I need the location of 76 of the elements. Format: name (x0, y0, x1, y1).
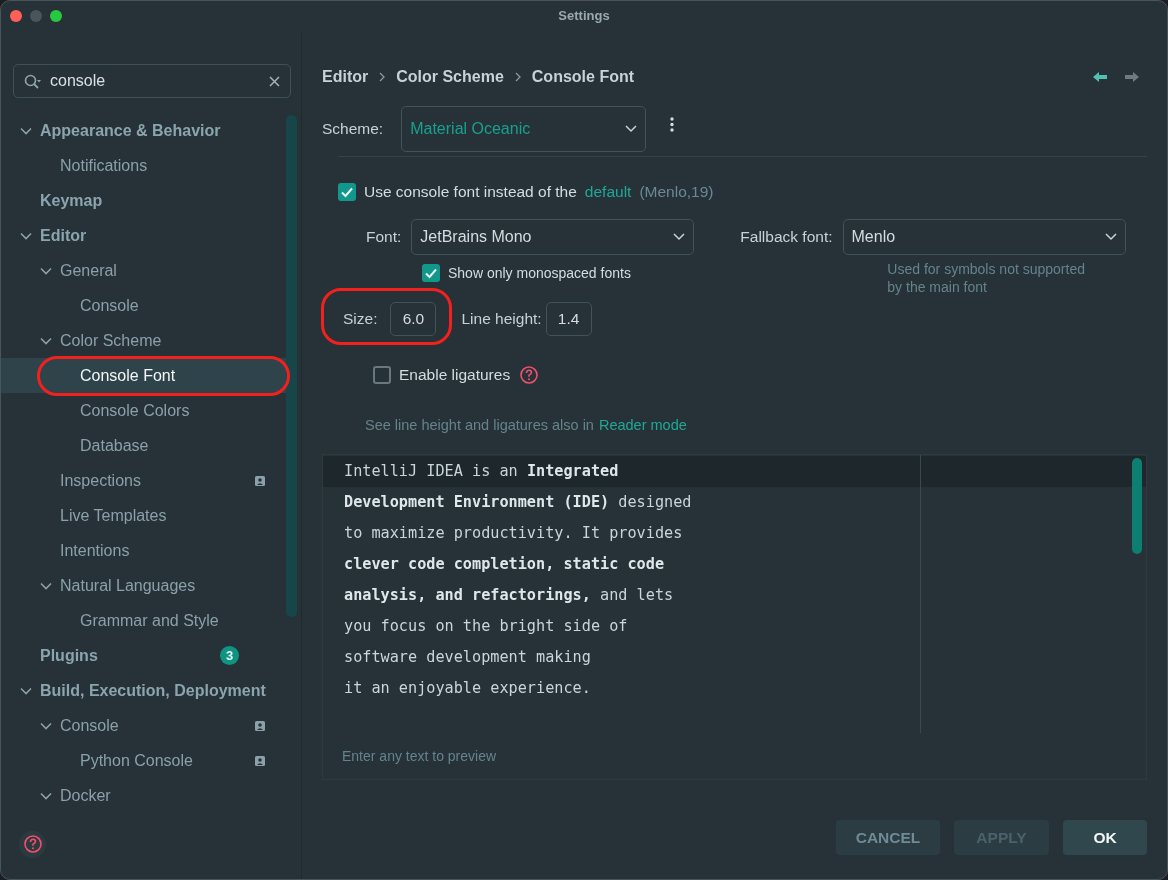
clear-icon (269, 75, 280, 87)
code-line: you focus on the bright side of (343, 615, 629, 637)
caret-icon (673, 233, 686, 241)
checkbox[interactable] (338, 183, 356, 201)
tree-item[interactable]: Inspections (1, 463, 286, 498)
back-arrow-icon[interactable] (1093, 71, 1107, 83)
tree-item[interactable]: Live Templates (1, 498, 286, 533)
field-label: Line height: (461, 309, 542, 330)
line-height-field[interactable]: 1.4 (545, 302, 592, 336)
tree-item[interactable]: Plugins 3 (1, 638, 286, 673)
tree-item[interactable]: Database (1, 428, 286, 463)
field-label: Font: (366, 227, 402, 248)
font-note: (Menlo,19) (639, 182, 714, 203)
placeholder-text: Enter any text to preview (342, 746, 497, 766)
checkbox-label: Enable ligatures (399, 365, 511, 386)
tree-item[interactable]: Grammar and Style (1, 603, 286, 638)
checkbox-label: Show only monospaced fonts (448, 263, 631, 283)
tree-item[interactable]: General (1, 253, 286, 288)
help-button[interactable] (19, 830, 46, 858)
tree-item[interactable]: Appearance & Behavior (1, 113, 286, 148)
scheme-dropdown[interactable]: Material Oceanic (401, 106, 647, 152)
tree-item[interactable]: Color Scheme (1, 323, 286, 358)
chevron-icon (378, 72, 387, 82)
hint-text: by the main font (887, 278, 988, 296)
chevron-icon (513, 72, 522, 82)
forward-arrow-icon[interactable] (1125, 71, 1139, 83)
code-line: it an enjoyable experience. (343, 677, 592, 699)
tree-item[interactable]: Python Console (1, 743, 286, 778)
tree-item[interactable]: Notifications (1, 148, 286, 183)
tree-item[interactable]: Console (1, 288, 286, 323)
breadcrumb-item[interactable]: Color Scheme (396, 65, 504, 89)
caret-icon (1104, 233, 1117, 241)
search-field[interactable]: console (50, 69, 261, 93)
preview-editor[interactable] (322, 453, 1147, 780)
more-icon[interactable] (670, 116, 675, 132)
breadcrumb-item[interactable]: Editor (322, 65, 369, 89)
font-dropdown[interactable]: JetBrains Mono (411, 219, 695, 255)
hint-text: Used for symbols not supported (887, 260, 1086, 278)
dialog-button[interactable]: OK (1063, 820, 1147, 855)
count-badge: 3 (220, 646, 239, 665)
tree-item[interactable]: Console (1, 708, 286, 743)
checkbox-label: Use console font instead of the (364, 182, 577, 203)
caret-icon (625, 125, 638, 133)
hint-text: See line height and ligatures also in (365, 416, 594, 435)
search-icon (24, 73, 42, 89)
tree-item[interactable]: Intentions (1, 533, 286, 568)
code-line: analysis, and refactorings, and lets (343, 584, 675, 606)
help-icon (23, 835, 42, 853)
tree-item[interactable]: Keymap (1, 183, 286, 218)
checkbox[interactable] (422, 264, 440, 282)
search-box[interactable]: console (13, 64, 291, 98)
field-label: Fallback font: (740, 227, 833, 248)
tree-item[interactable]: Console Colors (1, 393, 286, 428)
breadcrumb-item[interactable]: Console Font (531, 65, 635, 89)
field-label: Scheme: (322, 119, 384, 140)
size-field[interactable]: 6.0 (390, 302, 437, 336)
field-label: Size: (343, 309, 378, 330)
reader-mode-link[interactable]: Reader mode (598, 415, 687, 437)
window-title: Settings (558, 8, 610, 24)
fallback-font-dropdown[interactable]: Menlo (842, 219, 1126, 255)
default-link[interactable]: default (584, 180, 632, 204)
dialog-button[interactable]: CANCEL (836, 820, 940, 855)
close-button[interactable] (10, 10, 22, 22)
scrollbar[interactable] (1132, 457, 1142, 554)
tree-item[interactable]: Build, Execution, Deployment (1, 673, 286, 708)
checkbox[interactable] (373, 366, 391, 384)
tree-item[interactable]: Natural Languages (1, 568, 286, 603)
code-line: Development Environment (IDE) designed (343, 491, 693, 513)
help-icon[interactable] (520, 366, 539, 384)
zoom-button[interactable] (50, 10, 62, 22)
code-line: to maximize productivity. It provides (343, 522, 684, 544)
code-line: clever code completion, static code (343, 553, 666, 575)
tree-item[interactable]: Editor (1, 218, 286, 253)
tree-item[interactable]: Docker (1, 778, 286, 813)
code-line: software development making (343, 646, 592, 668)
scrollbar[interactable] (286, 115, 297, 617)
